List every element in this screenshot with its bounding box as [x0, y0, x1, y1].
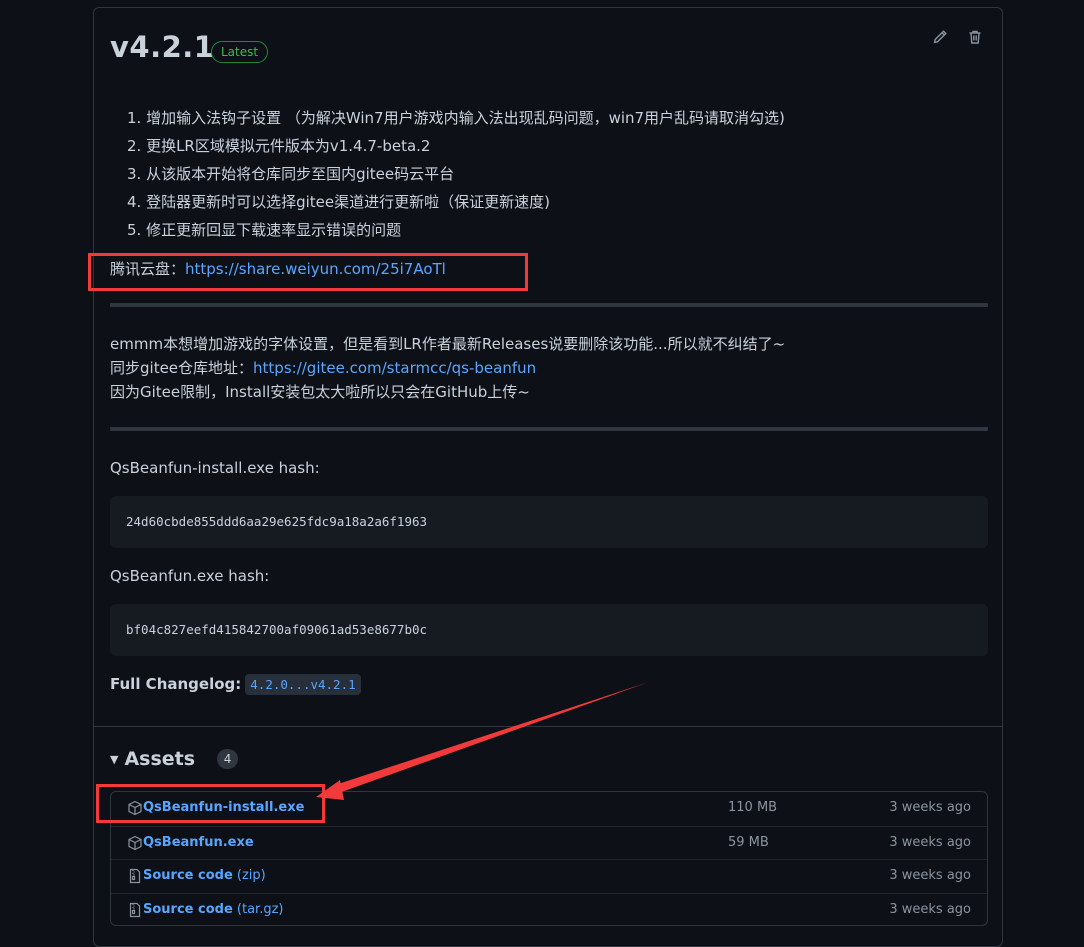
asset-link-suffix: (tar.gz)	[232, 901, 284, 917]
paragraph-line: 因为Gitee限制，Install安装包太大啦所以只会在GitHub上传~	[110, 383, 530, 401]
asset-row: Source code (tar.gz) 3 weeks ago	[111, 892, 987, 926]
list-item: 3. 从该版本开始将仓库同步至国内gitee码云平台	[127, 165, 455, 183]
asset-time: 3 weeks ago	[889, 868, 971, 883]
latest-badge: Latest	[211, 41, 269, 63]
release-version-title[interactable]: v4.2.1	[110, 30, 214, 64]
list-item: 2. 更换LR区域模拟元件版本为v1.4.7-beta.2	[127, 137, 431, 155]
list-item: 1. 增加输入法钩子设置 （为解决Win7用户游戏内输入法出现乱码问题，win7…	[127, 109, 785, 127]
asset-time: 3 weeks ago	[889, 901, 971, 917]
asset-link-name: Source code	[143, 901, 233, 917]
list-item: 4. 登陆器更新时可以选择gitee渠道进行更新啦（保证更新速度)	[127, 193, 550, 211]
triangle-down-icon: ▼	[110, 752, 119, 766]
asset-row: Source code (zip) 3 weeks ago	[111, 859, 987, 893]
asset-link[interactable]: QsBeanfun.exe	[143, 835, 254, 850]
horizontal-rule	[110, 303, 988, 307]
asset-link-suffix: (zip)	[232, 868, 266, 883]
asset-link-name: Source code	[143, 868, 233, 883]
asset-time: 3 weeks ago	[889, 834, 971, 850]
section-divider	[94, 726, 1002, 727]
pencil-icon[interactable]	[930, 27, 950, 47]
assets-count-badge: 4	[217, 749, 239, 769]
release-notes-list: 1. 增加输入法钩子设置 （为解决Win7用户游戏内输入法出现乱码问题，win7…	[127, 104, 785, 244]
asset-row: QsBeanfun.exe 59 MB 3 weeks ago	[111, 825, 987, 860]
file-zip-icon	[127, 902, 143, 918]
install-hash-label: QsBeanfun-install.exe hash:	[110, 459, 320, 477]
asset-size: 110 MB	[728, 800, 778, 815]
changelog-label: Full Changelog:	[110, 675, 242, 693]
list-item: 5. 修正更新回显下载速率显示错误的问题	[127, 221, 402, 239]
paragraph-line: 同步gitee仓库地址：https://gitee.com/starmcc/qs…	[110, 356, 785, 380]
asset-link[interactable]: Source code (tar.gz)	[143, 902, 283, 917]
annotation-box-install	[96, 784, 325, 823]
gitee-link[interactable]: https://gitee.com/starmcc/qs-beanfun	[253, 359, 536, 377]
horizontal-rule	[110, 427, 988, 431]
trash-icon[interactable]	[965, 27, 985, 47]
changelog-link[interactable]: 4.2.0...v4.2.1	[245, 674, 361, 695]
exe-hash-label: QsBeanfun.exe hash:	[110, 567, 270, 585]
release-paragraph: emmm本想增加游戏的字体设置，但是看到LR作者最新Releases说要删除该功…	[110, 332, 785, 404]
asset-time: 3 weeks ago	[889, 800, 971, 815]
assets-toggle[interactable]: ▼ Assets 4	[110, 748, 239, 770]
file-zip-icon	[127, 868, 143, 884]
package-icon	[127, 835, 143, 851]
paragraph-line: emmm本想增加游戏的字体设置，但是看到LR作者最新Releases说要删除该功…	[110, 335, 786, 353]
asset-link[interactable]: Source code (zip)	[143, 868, 266, 883]
assets-title: Assets	[124, 748, 196, 770]
asset-size: 59 MB	[728, 834, 769, 850]
gitee-label: 同步gitee仓库地址：	[110, 359, 254, 377]
exe-hash-code[interactable]: bf04c827eefd415842700af09061ad53e8677b0c	[110, 604, 988, 656]
annotation-box-weiyun	[88, 253, 528, 291]
full-changelog: Full Changelog: 4.2.0...v4.2.1	[110, 672, 361, 696]
install-hash-code[interactable]: 24d60cbde855ddd6aa29e625fdc9a18a2a6f1963	[110, 496, 988, 548]
